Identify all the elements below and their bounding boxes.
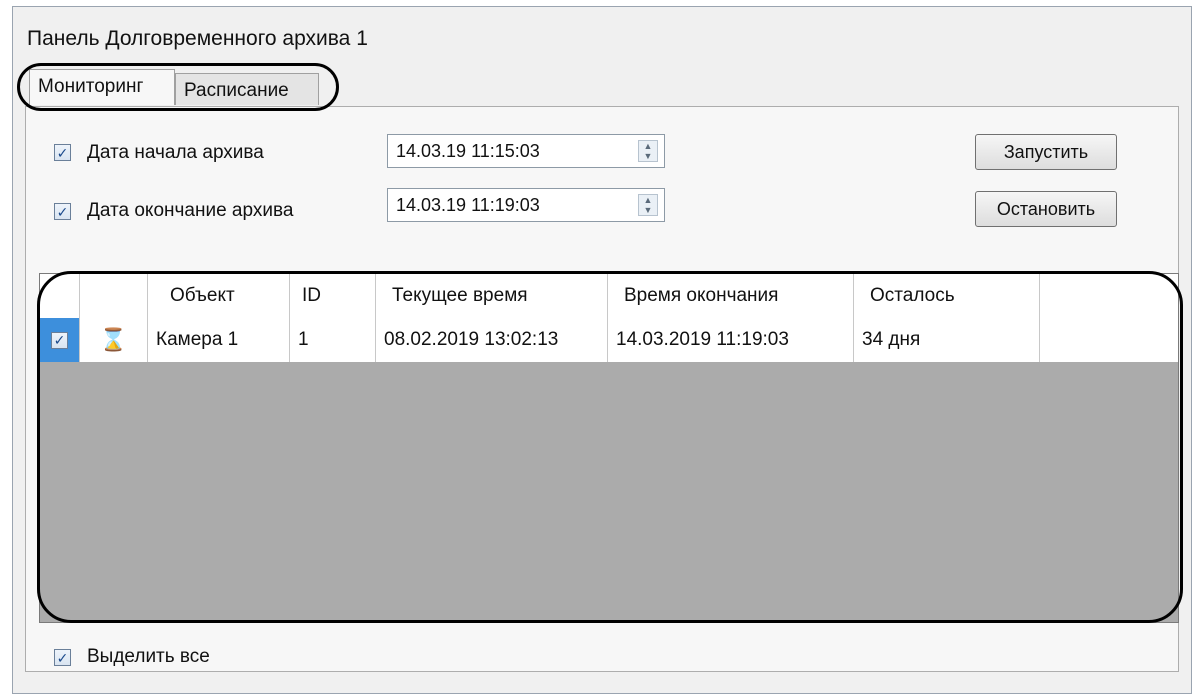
- start-date-checkbox[interactable]: ✓: [54, 144, 71, 161]
- start-date-label: Дата начала архива: [87, 142, 264, 163]
- start-button[interactable]: Запустить: [975, 134, 1117, 170]
- end-date-field[interactable]: 14.03.19 11:19:03 ▲ ▼: [387, 188, 665, 222]
- stop-button[interactable]: Остановить: [975, 191, 1117, 227]
- end-date-checkbox[interactable]: ✓: [54, 203, 71, 220]
- end-date-value: 14.03.19 11:19:03: [396, 195, 540, 215]
- start-date-field[interactable]: 14.03.19 11:15:03 ▲ ▼: [387, 134, 665, 168]
- select-all-label: Выделить все: [87, 646, 210, 667]
- tab-highlight-outline: [17, 63, 339, 111]
- archive-panel-window: Панель Долговременного архива 1 Монитори…: [12, 6, 1192, 694]
- end-date-label: Дата окончание архива: [87, 200, 294, 221]
- start-date-spin-icon[interactable]: ▲ ▼: [638, 140, 658, 162]
- grid-highlight-outline: [37, 271, 1183, 623]
- end-date-spin-icon[interactable]: ▲ ▼: [638, 194, 658, 216]
- select-all-checkbox[interactable]: ✓: [54, 649, 71, 666]
- start-date-value: 14.03.19 11:15:03: [396, 141, 540, 161]
- window-title: Панель Долговременного архива 1: [27, 27, 368, 50]
